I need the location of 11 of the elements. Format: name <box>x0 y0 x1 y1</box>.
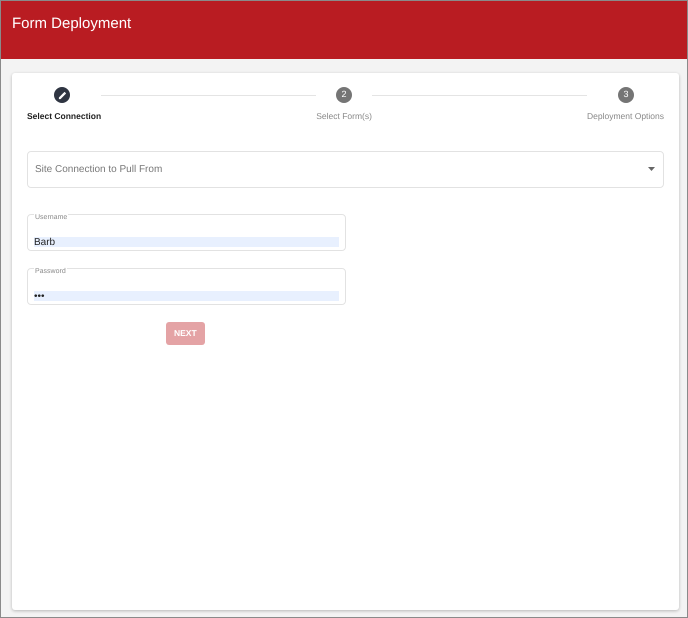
step-label: Deployment Options <box>586 110 664 123</box>
page-title: Form Deployment <box>12 15 132 32</box>
caret-icon <box>648 167 655 172</box>
select-placeholder: Site Connection to Pull From <box>35 162 162 177</box>
text-field[interactable]: Barb <box>34 237 339 248</box>
step-number: 2 <box>336 87 352 103</box>
step-label: Select Connection <box>27 110 102 123</box>
step-label: Select Form(s) <box>316 110 372 123</box>
step-number: 3 <box>618 87 634 103</box>
connection-select[interactable]: Site Connection to Pull From <box>27 150 664 188</box>
text-field[interactable]: ••• <box>34 291 339 302</box>
